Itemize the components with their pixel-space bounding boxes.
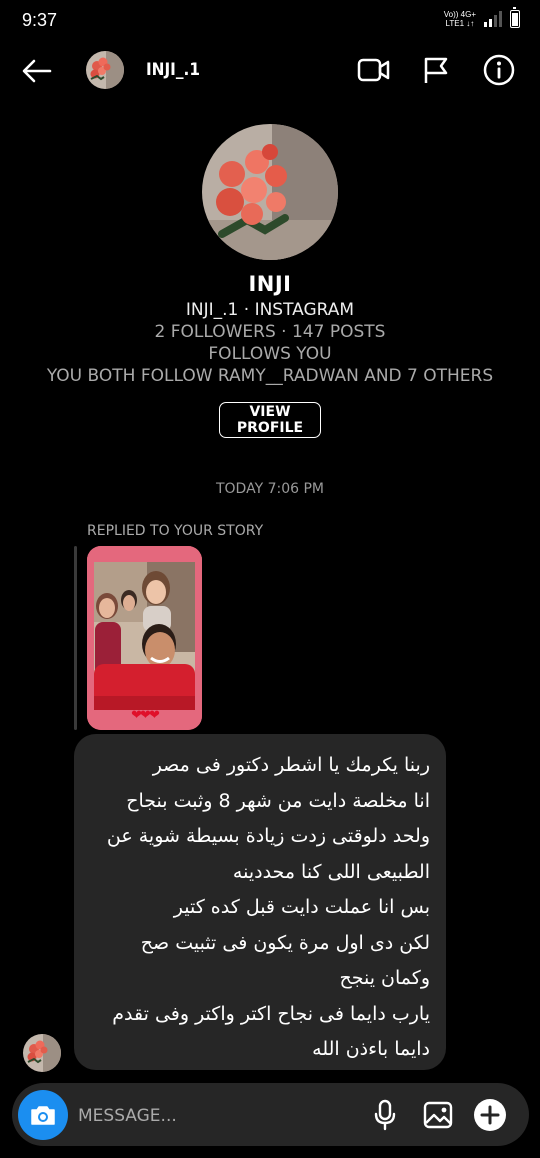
header-username[interactable]: INJI_.1 — [146, 60, 200, 80]
gallery-button[interactable] — [418, 1095, 458, 1135]
story-hearts: ❤❤❤ — [131, 708, 160, 723]
info-icon — [483, 54, 515, 86]
network-top-text: Vo)) 4G+ — [443, 10, 476, 19]
image-icon — [423, 1101, 453, 1129]
story-thumbnail[interactable] — [87, 546, 202, 730]
video-camera-icon — [357, 58, 390, 82]
message-line: دايما باءذن الله — [312, 1038, 430, 1060]
camera-icon — [31, 1106, 55, 1125]
message-line: ربنا يكرمك يا اشطر دكتور فى مصر — [152, 754, 430, 776]
view-profile-button[interactable]: VIEW PROFILE — [219, 402, 321, 438]
rose-avatar-image — [23, 1034, 61, 1072]
header-avatar[interactable] — [86, 51, 124, 89]
message-line: انا مخلصة دايت من شهر 8 وثبت بنجاح — [126, 789, 430, 812]
network-bottom-text: LTE1 ↓↑ — [445, 19, 475, 28]
message-line: يارب دايما فى نجاح اكتر واكتر وفى تقدم — [112, 1002, 430, 1025]
message-timestamp: TODAY 7:06 PM — [215, 481, 324, 497]
report-button[interactable] — [416, 50, 456, 90]
message-input[interactable] — [76, 1098, 360, 1134]
follows-you-text: FOLLOWS YOU — [208, 344, 332, 364]
replied-to-story-label: REPLIED TO YOUR STORY — [87, 523, 264, 539]
info-button[interactable] — [479, 50, 519, 90]
profile-stats: 2 FOLLOWERS · 147 POSTS — [154, 322, 386, 342]
sender-avatar[interactable] — [23, 1034, 61, 1072]
story-photo — [87, 546, 202, 730]
message-line: الطبيعى اللى كنا محددينه — [232, 860, 430, 883]
network-indicator: Vo)) 4G+ LTE1 ↓↑ — [444, 10, 476, 28]
status-time: 9:37 — [22, 10, 58, 30]
microphone-icon — [374, 1099, 396, 1131]
message-bubble[interactable]: ربنا يكرمك يا اشطر دكتور فى مصر انا مخلص… — [74, 734, 446, 1070]
profile-name: INJI — [248, 272, 292, 296]
video-call-button[interactable] — [354, 50, 394, 90]
plus-icon — [474, 1099, 506, 1131]
camera-button[interactable] — [18, 1090, 68, 1140]
status-icons: Vo)) 4G+ LTE1 ↓↑ — [444, 7, 520, 28]
mutual-followers-text[interactable]: YOU BOTH FOLLOW RAMY__RADWAN AND 7 OTHER… — [0, 366, 540, 386]
back-button[interactable] — [18, 52, 56, 90]
rose-avatar-image — [86, 51, 124, 89]
profile-photo[interactable] — [202, 124, 338, 260]
more-actions-button[interactable] — [470, 1095, 510, 1135]
message-line: لكن دى اول مرة يكون فى تثبيت صح — [140, 931, 430, 954]
battery-icon — [510, 7, 520, 28]
reply-indicator-bar — [74, 546, 77, 730]
flag-icon — [424, 57, 448, 83]
profile-handle: INJI_.1 · INSTAGRAM — [185, 300, 355, 320]
voice-message-button[interactable] — [365, 1095, 405, 1135]
message-line: بس انا عملت دايت قبل كده كتير — [173, 896, 430, 918]
arrow-left-icon — [22, 59, 52, 83]
rose-profile-image — [202, 124, 338, 260]
message-line: ولحد دلوقتى زدت زيادة بسيطة شوية عن — [106, 825, 430, 847]
signal-icon — [484, 11, 502, 27]
message-line: وكمان ينجح — [339, 967, 430, 989]
